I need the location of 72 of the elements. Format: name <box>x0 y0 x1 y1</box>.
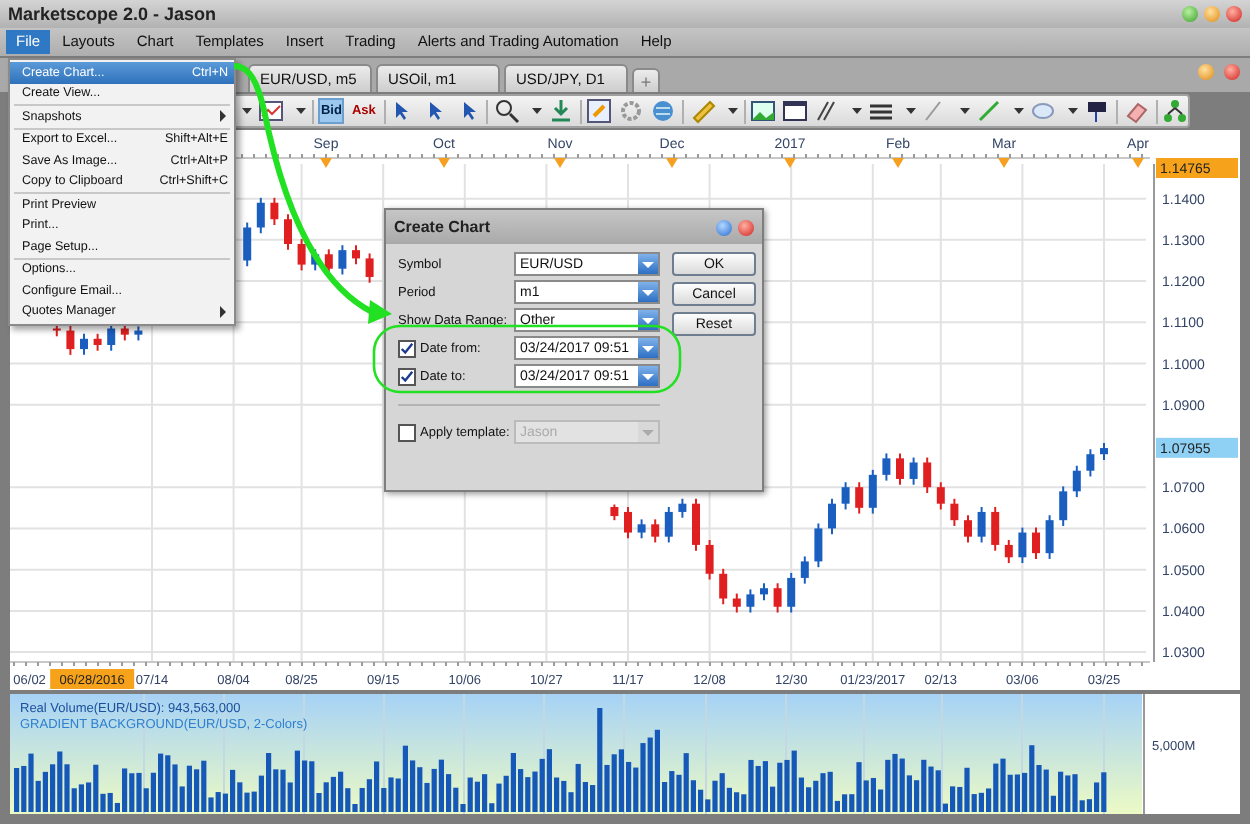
marker-icon <box>438 158 450 168</box>
candlestick <box>637 518 646 540</box>
picture-icon[interactable] <box>750 98 777 124</box>
marker-icon <box>320 158 332 168</box>
candlestick <box>814 522 823 569</box>
candlestick <box>297 238 306 272</box>
candlestick <box>991 505 1000 552</box>
candlestick <box>284 213 292 251</box>
candlestick <box>1018 526 1027 565</box>
candlestick <box>256 196 265 235</box>
candlestick <box>1004 538 1013 565</box>
candlestick <box>828 497 836 536</box>
candlestick <box>80 332 88 356</box>
axis-line <box>1143 694 1145 814</box>
candlestick <box>705 538 714 581</box>
candlestick <box>1032 526 1040 560</box>
candlestick <box>950 497 959 527</box>
marker-icon <box>554 158 566 168</box>
candlestick <box>732 592 741 614</box>
eraser-icon[interactable] <box>1123 98 1150 124</box>
candlestick <box>719 567 728 606</box>
download-icon[interactable] <box>547 98 574 124</box>
window-icon[interactable] <box>782 98 809 124</box>
marker-icon <box>1132 158 1144 168</box>
lines-icon[interactable] <box>814 98 841 124</box>
candlestick <box>909 456 918 486</box>
checkbox[interactable] <box>398 367 416 385</box>
candlestick <box>352 244 360 266</box>
candlestick <box>936 481 945 511</box>
candlestick <box>882 452 891 482</box>
marker-icon <box>784 158 796 168</box>
candlestick <box>365 252 374 284</box>
candlestick <box>746 588 755 614</box>
dialog-title: Create Chart <box>394 218 493 236</box>
hierarchy-icon[interactable] <box>1162 98 1189 124</box>
candlestick <box>651 518 660 544</box>
candlestick <box>1072 464 1081 499</box>
candlestick <box>868 468 877 515</box>
candlestick <box>324 248 333 276</box>
candlestick <box>243 221 252 268</box>
marker-icon <box>666 158 678 168</box>
candlestick <box>855 481 864 515</box>
candlestick <box>1086 448 1095 478</box>
zoom-icon[interactable] <box>493 98 520 124</box>
window-title: Marketscope 2.0 - Jason <box>8 4 217 24</box>
caret-icon <box>640 425 656 439</box>
price-tag-background <box>1156 437 1238 458</box>
candlestick <box>787 571 796 614</box>
candlestick <box>800 555 809 585</box>
candlestick <box>107 322 116 352</box>
candlestick <box>678 497 687 519</box>
submenu-arrow-icon <box>218 108 228 125</box>
candlestick <box>773 582 782 614</box>
marker-icon <box>998 158 1010 168</box>
checkbox[interactable] <box>398 339 416 357</box>
candlestick <box>964 514 972 544</box>
candlestick <box>977 505 986 544</box>
candlestick <box>1059 485 1068 527</box>
candlestick <box>624 505 632 540</box>
candlestick <box>1045 514 1054 560</box>
price-tag-background <box>1156 158 1238 178</box>
candlestick <box>664 505 673 544</box>
candlestick <box>338 244 347 276</box>
note-icon[interactable] <box>586 98 613 124</box>
candlestick <box>66 324 75 356</box>
candlestick <box>270 196 279 227</box>
marker-icon <box>892 158 904 168</box>
candlestick <box>923 456 932 494</box>
candlestick <box>841 481 850 511</box>
submenu-arrow-icon <box>218 303 228 320</box>
candlestick <box>692 497 700 552</box>
candlestick <box>896 452 904 486</box>
